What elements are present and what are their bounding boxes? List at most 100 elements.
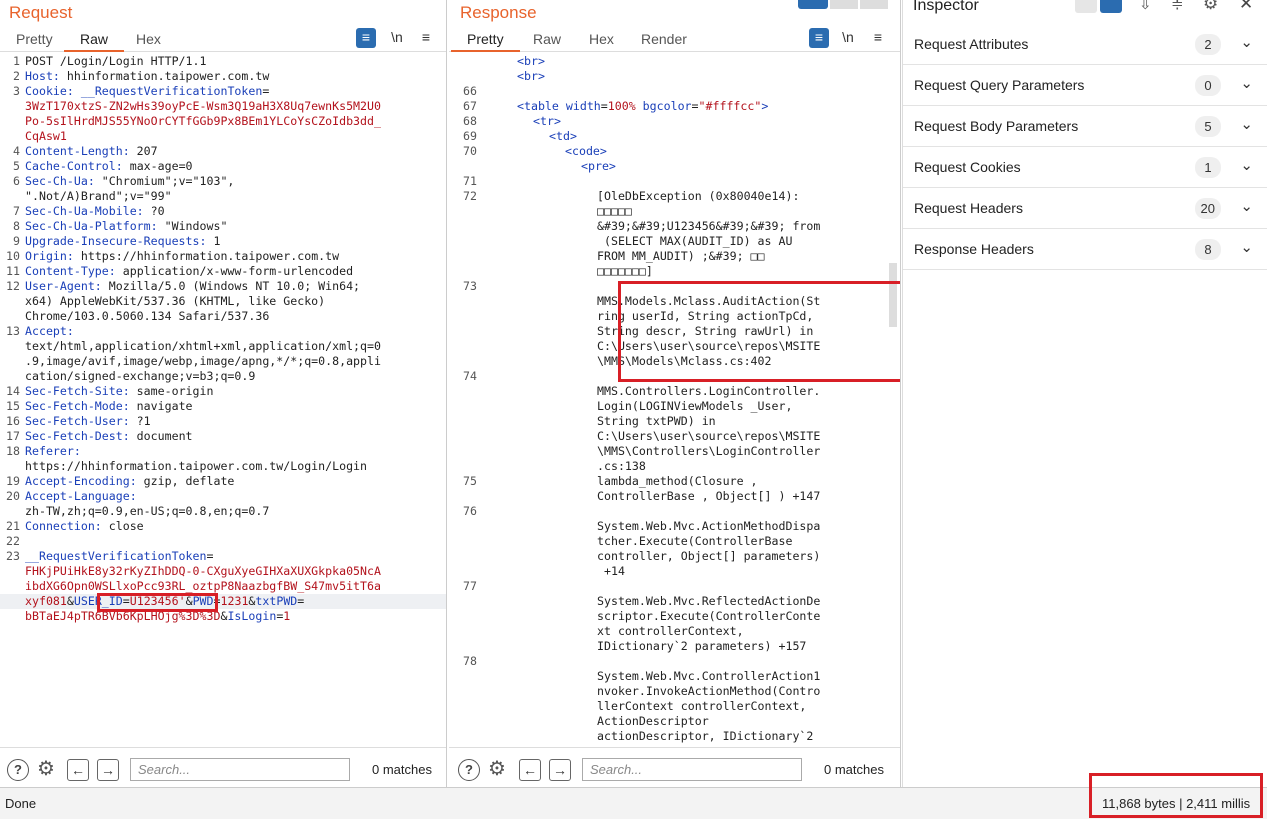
code-line: String txtPWD) in [449, 414, 900, 429]
code-token: "#ffffcc" [698, 99, 762, 113]
code-line: 18 Referer: [0, 444, 446, 459]
inspector-row-label: Request Query Parameters [914, 77, 1085, 93]
tab-response-hex[interactable]: Hex [573, 31, 630, 52]
code-content: &#39;&#39;U123456&#39;&#39; from [597, 219, 820, 234]
inspector-row-request-body-parameters[interactable]: Request Body Parameters 5 ⌄ [903, 106, 1267, 147]
expand-icon[interactable]: ⇩ [1139, 0, 1152, 13]
code-token: = [206, 549, 214, 563]
layout-split-icon[interactable] [798, 0, 828, 9]
filter-icon[interactable]: ≑ [1171, 0, 1184, 13]
inspector-layout-left-icon[interactable] [1075, 0, 1097, 13]
newline-toggle-button[interactable]: \n [387, 28, 407, 48]
inspector-layout-right-icon[interactable] [1100, 0, 1122, 13]
help-icon[interactable]: ? [458, 759, 480, 781]
code-token: PWD [192, 594, 214, 608]
line-number: 7 [13, 204, 20, 218]
code-content: controller, Object[] parameters) [597, 549, 820, 564]
code-line: cation/signed-exchange;v=b3;q=0.9 [0, 369, 446, 384]
code-line: ibdXG6Opn0WSLlxoPcc93RL_oztpP8NaazbgfBW_… [0, 579, 446, 594]
code-token: C:\Users\user\source\repos\MSITE [597, 429, 821, 443]
code-line: 7 Sec-Ch-Ua-Mobile: ?0 [0, 204, 446, 219]
previous-arrow-icon[interactable]: ← [67, 759, 89, 781]
line-number: 17 [6, 429, 20, 443]
newline-toggle-button[interactable]: \n [838, 28, 858, 48]
inspector-row-response-headers[interactable]: Response Headers 8 ⌄ [903, 229, 1267, 270]
chevron-down-icon[interactable]: ⌄ [1240, 197, 1253, 215]
code-content: User-Agent: Mozilla/5.0 (Windows NT 10.0… [25, 279, 360, 294]
inspector-row-request-headers[interactable]: Request Headers 20 ⌄ [903, 188, 1267, 229]
wrap-lines-icon[interactable]: ≡ [809, 28, 829, 48]
code-line: □□□□□ [449, 204, 900, 219]
gear-icon[interactable]: ⚙ [34, 758, 58, 782]
request-search-input[interactable]: Search... [130, 758, 350, 781]
code-content: .cs:138 [597, 459, 646, 474]
chevron-down-icon[interactable]: ⌄ [1240, 74, 1253, 92]
tab-response-render[interactable]: Render [625, 31, 703, 52]
code-content: FHKjPUiHkE8y32rKyZIhDDQ-0-CXguXyeGIHXaXU… [25, 564, 381, 579]
code-content: <br> [517, 69, 545, 84]
code-token: (SELECT MAX(AUDIT_ID) as AU [597, 234, 793, 248]
wrap-lines-icon[interactable]: ≡ [356, 28, 376, 48]
code-line: controller, Object[] parameters) [449, 549, 900, 564]
inspector-row-label: Request Body Parameters [914, 118, 1079, 134]
close-icon[interactable]: ✕ [1239, 0, 1253, 14]
code-token: Referer: [25, 444, 81, 458]
layout-single-icon[interactable] [860, 0, 888, 9]
request-editor[interactable]: 1 POST /Login/Login HTTP/1.1 2 Host: hhinfo… [0, 54, 446, 747]
code-line: 17 Sec-Fetch-Dest: document [0, 429, 446, 444]
code-token: Sec-Ch-Ua-Mobile: [25, 204, 144, 218]
code-content: \MMS\Controllers\LoginController [597, 444, 820, 459]
gear-icon[interactable]: ⚙ [1203, 0, 1218, 14]
chevron-down-icon[interactable]: ⌄ [1240, 156, 1253, 174]
code-content: <pre> [581, 159, 616, 174]
tab-request-raw[interactable]: Raw [64, 31, 125, 52]
code-line: 23 __RequestVerificationToken= [0, 549, 446, 564]
code-line: IDictionary`2 parameters) +157 [449, 639, 900, 654]
code-content: <td> [549, 129, 577, 144]
inspector-row-request-query-parameters[interactable]: Request Query Parameters 0 ⌄ [903, 65, 1267, 106]
response-scrollbar-thumb[interactable] [889, 263, 897, 327]
code-token: C:\Users\user\source\repos\MSITE [597, 339, 821, 353]
code-line: <br> [449, 54, 900, 69]
next-arrow-icon[interactable]: → [97, 759, 119, 781]
tab-response-pretty[interactable]: Pretty [451, 31, 520, 52]
inspector-row-request-cookies[interactable]: Request Cookies 1 ⌄ [903, 147, 1267, 188]
help-icon[interactable]: ? [7, 759, 29, 781]
next-arrow-icon[interactable]: → [549, 759, 571, 781]
code-content: x64) AppleWebKit/537.36 (KHTML, like Gec… [25, 294, 325, 309]
chevron-down-icon[interactable]: ⌄ [1240, 238, 1253, 256]
hamburger-menu-icon[interactable]: ≡ [416, 28, 436, 48]
hamburger-menu-icon[interactable]: ≡ [868, 28, 888, 48]
code-content: MMS.Controllers.LoginController. [597, 384, 820, 399]
code-token: FROM MM_AUDIT) ;&#39; □□ [597, 249, 765, 263]
code-content: text/html,application/xhtml+xml,applicat… [25, 339, 381, 354]
code-content: actionDescriptor, IDictionary`2 [597, 729, 813, 744]
code-token: Login(LOGINViewModels _User, [597, 399, 793, 413]
previous-arrow-icon[interactable]: ← [519, 759, 541, 781]
response-search-input[interactable]: Search... [582, 758, 802, 781]
gear-icon[interactable]: ⚙ [485, 758, 509, 782]
code-line: 70 <code> [449, 144, 900, 159]
line-number: 5 [13, 159, 20, 173]
line-number: 11 [6, 264, 20, 278]
code-token: same-origin [129, 384, 214, 398]
inspector-row-request-attributes[interactable]: Request Attributes 2 ⌄ [903, 24, 1267, 65]
chevron-down-icon[interactable]: ⌄ [1240, 115, 1253, 133]
code-token: <br> [517, 54, 545, 68]
code-token: MMS.Controllers.LoginController. [597, 384, 821, 398]
tab-response-raw[interactable]: Raw [517, 31, 577, 52]
code-line: 76 [449, 504, 900, 519]
code-token: Accept: [25, 324, 74, 338]
tab-request-pretty[interactable]: Pretty [0, 31, 69, 52]
status-bar: Done 11,868 bytes | 2,411 millis [0, 787, 1267, 819]
layout-horizontal-icon[interactable] [830, 0, 858, 9]
code-token: ".Not/A)Brand";v="99" [25, 189, 172, 203]
response-editor[interactable]: <br> <br> 66 67 <table width=100% bgcolor="#… [449, 54, 900, 747]
code-token: String descr, String rawUrl) in [597, 324, 814, 338]
chevron-down-icon[interactable]: ⌄ [1240, 33, 1253, 51]
code-line: 2 Host: hhinformation.taipower.com.tw [0, 69, 446, 84]
line-number: 14 [6, 384, 20, 398]
code-line: \MMS\Models\Mclass.cs:402 [449, 354, 900, 369]
tab-request-hex[interactable]: Hex [120, 31, 177, 52]
code-token: 3WzT170xtzS-ZN2wHs39oyPcE-Wsm3Q19aH3X8Uq… [25, 99, 381, 113]
